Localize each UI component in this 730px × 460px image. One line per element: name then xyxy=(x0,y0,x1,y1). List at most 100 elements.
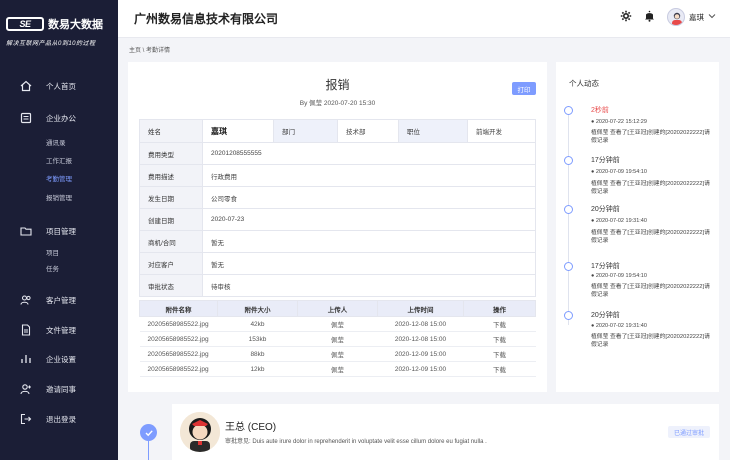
activity-text: 植佩莹 查看了[王亚冠]创建的[20202022222]请假记录 xyxy=(591,130,710,144)
sub-item-reports[interactable]: 工作汇报 xyxy=(46,155,72,165)
expense-detail-card: 报销 By 佩莹 2020-07-20 15:30 打印 姓名 嘉琪 部门 技术… xyxy=(128,62,547,392)
folder-icon xyxy=(20,225,32,237)
nav-label: 文件管理 xyxy=(46,325,76,335)
sub-item-attendance[interactable]: 考勤管理 xyxy=(46,173,72,183)
upload-time: 2020-12-08 15:00 xyxy=(377,331,464,347)
nav-item-home[interactable]: 个人首页 xyxy=(0,76,118,96)
uploader: 佩莹 xyxy=(297,331,378,347)
bell-icon[interactable] xyxy=(644,10,655,24)
approval-comment: 审批意见: Duis aute irure dolor in reprehend… xyxy=(225,439,487,445)
info-label: 对应客户 xyxy=(139,252,203,275)
info-value: 行政费用 xyxy=(202,164,536,187)
file-name: 20205658985522.jpg xyxy=(139,361,218,377)
nav-item-office[interactable]: 企业办公 xyxy=(0,108,118,128)
status-badge: 已通过审批 xyxy=(668,426,710,438)
upload-time: 2020-12-09 15:00 xyxy=(377,346,464,362)
gear-icon[interactable] xyxy=(620,10,632,24)
nav-item-project[interactable]: 项目管理 xyxy=(0,221,118,241)
activity-time: 20分钟前 xyxy=(591,206,620,213)
print-button[interactable]: 打印 xyxy=(512,82,536,95)
pos-value: 前端开发 xyxy=(467,119,536,143)
nav-label: 企业办公 xyxy=(46,113,76,123)
activity-time: 20分钟前 xyxy=(591,312,620,319)
timeline-dot xyxy=(564,156,573,165)
nav-item-files[interactable]: 文件管理 xyxy=(0,320,118,340)
activity-time: 2秒前 xyxy=(591,107,609,114)
timeline-line xyxy=(148,441,149,460)
upload-time: 2020-12-08 15:00 xyxy=(377,316,464,332)
download-link[interactable]: 下载 xyxy=(463,331,536,347)
brand-name: 数易大数据 xyxy=(48,19,103,31)
nav-label: 客户管理 xyxy=(46,295,76,305)
status-value: 待审核 xyxy=(202,274,536,297)
top-header: 广州数易信息技术有限公司 嘉琪 xyxy=(118,0,730,38)
upload-time: 2020-12-09 15:00 xyxy=(377,361,464,377)
activity-panel: 个人动态 2秒前 ● 2020-07-22 15:12:29 植佩莹 查看了[王… xyxy=(556,62,719,392)
pos-label: 职位 xyxy=(398,119,468,143)
info-label: 商机/合同 xyxy=(139,230,203,253)
nav-label: 个人首页 xyxy=(46,81,76,91)
file-size: 42kb xyxy=(217,316,298,332)
home-icon xyxy=(20,80,32,92)
table-row: 20205658985522.jpg 12kb 佩莹 2020-12-09 15… xyxy=(139,361,536,377)
info-value: 暂无 xyxy=(202,252,536,275)
uploader: 佩莹 xyxy=(297,346,378,362)
info-value: 2020-07-23 xyxy=(202,208,536,231)
activity-date: ● 2020-07-09 19:54:10 xyxy=(591,169,647,175)
uploader: 佩莹 xyxy=(297,316,378,332)
download-link[interactable]: 下载 xyxy=(463,316,536,332)
timeline-dot xyxy=(564,106,573,115)
info-value: 20201208555555 xyxy=(202,142,536,165)
nav-label: 邀请同事 xyxy=(46,384,76,394)
activity-text: 植佩莹 查看了[王亚冠]创建的[20202022222]请假记录 xyxy=(591,284,710,298)
nav-item-invite[interactable]: 邀请同事 xyxy=(0,379,118,399)
users-icon xyxy=(20,294,32,306)
check-icon xyxy=(140,424,157,441)
info-label: 发生日期 xyxy=(139,186,203,209)
settings-icon xyxy=(20,353,32,365)
file-size: 88kb xyxy=(217,346,298,362)
name-value: 嘉琪 xyxy=(202,119,274,143)
nav-label: 项目管理 xyxy=(46,226,76,236)
file-icon xyxy=(20,324,32,336)
dept-label: 部门 xyxy=(273,119,338,143)
office-icon xyxy=(20,112,32,124)
timeline-dot xyxy=(564,262,573,271)
dept-value: 技术部 xyxy=(337,119,399,143)
sub-item-expense[interactable]: 报销管理 xyxy=(46,192,72,202)
activity-time: 17分钟前 xyxy=(591,157,620,164)
info-value: 暂无 xyxy=(202,230,536,253)
add-user-icon xyxy=(20,383,32,395)
info-label: 审批状态 xyxy=(139,274,203,297)
col-header: 上传人 xyxy=(297,300,378,317)
info-label: 费用描述 xyxy=(139,164,203,187)
nav-item-settings[interactable]: 企业设置 xyxy=(0,349,118,369)
approver-name: 王总 (CEO) xyxy=(225,422,277,433)
sub-item-projects[interactable]: 项目 xyxy=(46,247,59,257)
activity-time: 17分钟前 xyxy=(591,263,620,270)
col-header: 附件大小 xyxy=(217,300,298,317)
file-size: 153kb xyxy=(217,331,298,347)
info-value: 公司零食 xyxy=(202,186,536,209)
table-row: 20205658985522.jpg 88kb 佩莹 2020-12-09 15… xyxy=(139,346,536,362)
file-name: 20205658985522.jpg xyxy=(139,316,218,332)
col-header: 操作 xyxy=(463,300,536,317)
file-name: 20205658985522.jpg xyxy=(139,331,218,347)
file-name: 20205658985522.jpg xyxy=(139,346,218,362)
attachments-table: 附件名称 附件大小 上传人 上传时间 操作 20205658985522.jpg… xyxy=(139,300,536,377)
download-link[interactable]: 下载 xyxy=(463,346,536,362)
timeline-dot xyxy=(564,205,573,214)
nav-item-customer[interactable]: 客户管理 xyxy=(0,290,118,310)
info-label: 费用类型 xyxy=(139,142,203,165)
approval-card: 王总 (CEO) 审批意见: Duis aute irure dolor in … xyxy=(172,404,719,460)
user-menu[interactable]: 嘉琪 xyxy=(667,8,716,26)
sub-item-tasks[interactable]: 任务 xyxy=(46,263,59,273)
approver-avatar xyxy=(180,412,220,452)
activity-date: ● 2020-07-09 19:54:10 xyxy=(591,273,647,279)
file-size: 12kb xyxy=(217,361,298,377)
activity-title: 个人动态 xyxy=(569,79,599,88)
logout-icon xyxy=(20,413,32,425)
download-link[interactable]: 下载 xyxy=(463,361,536,377)
sub-item-contacts[interactable]: 通讯录 xyxy=(46,137,66,147)
nav-item-logout[interactable]: 退出登录 xyxy=(0,409,118,429)
